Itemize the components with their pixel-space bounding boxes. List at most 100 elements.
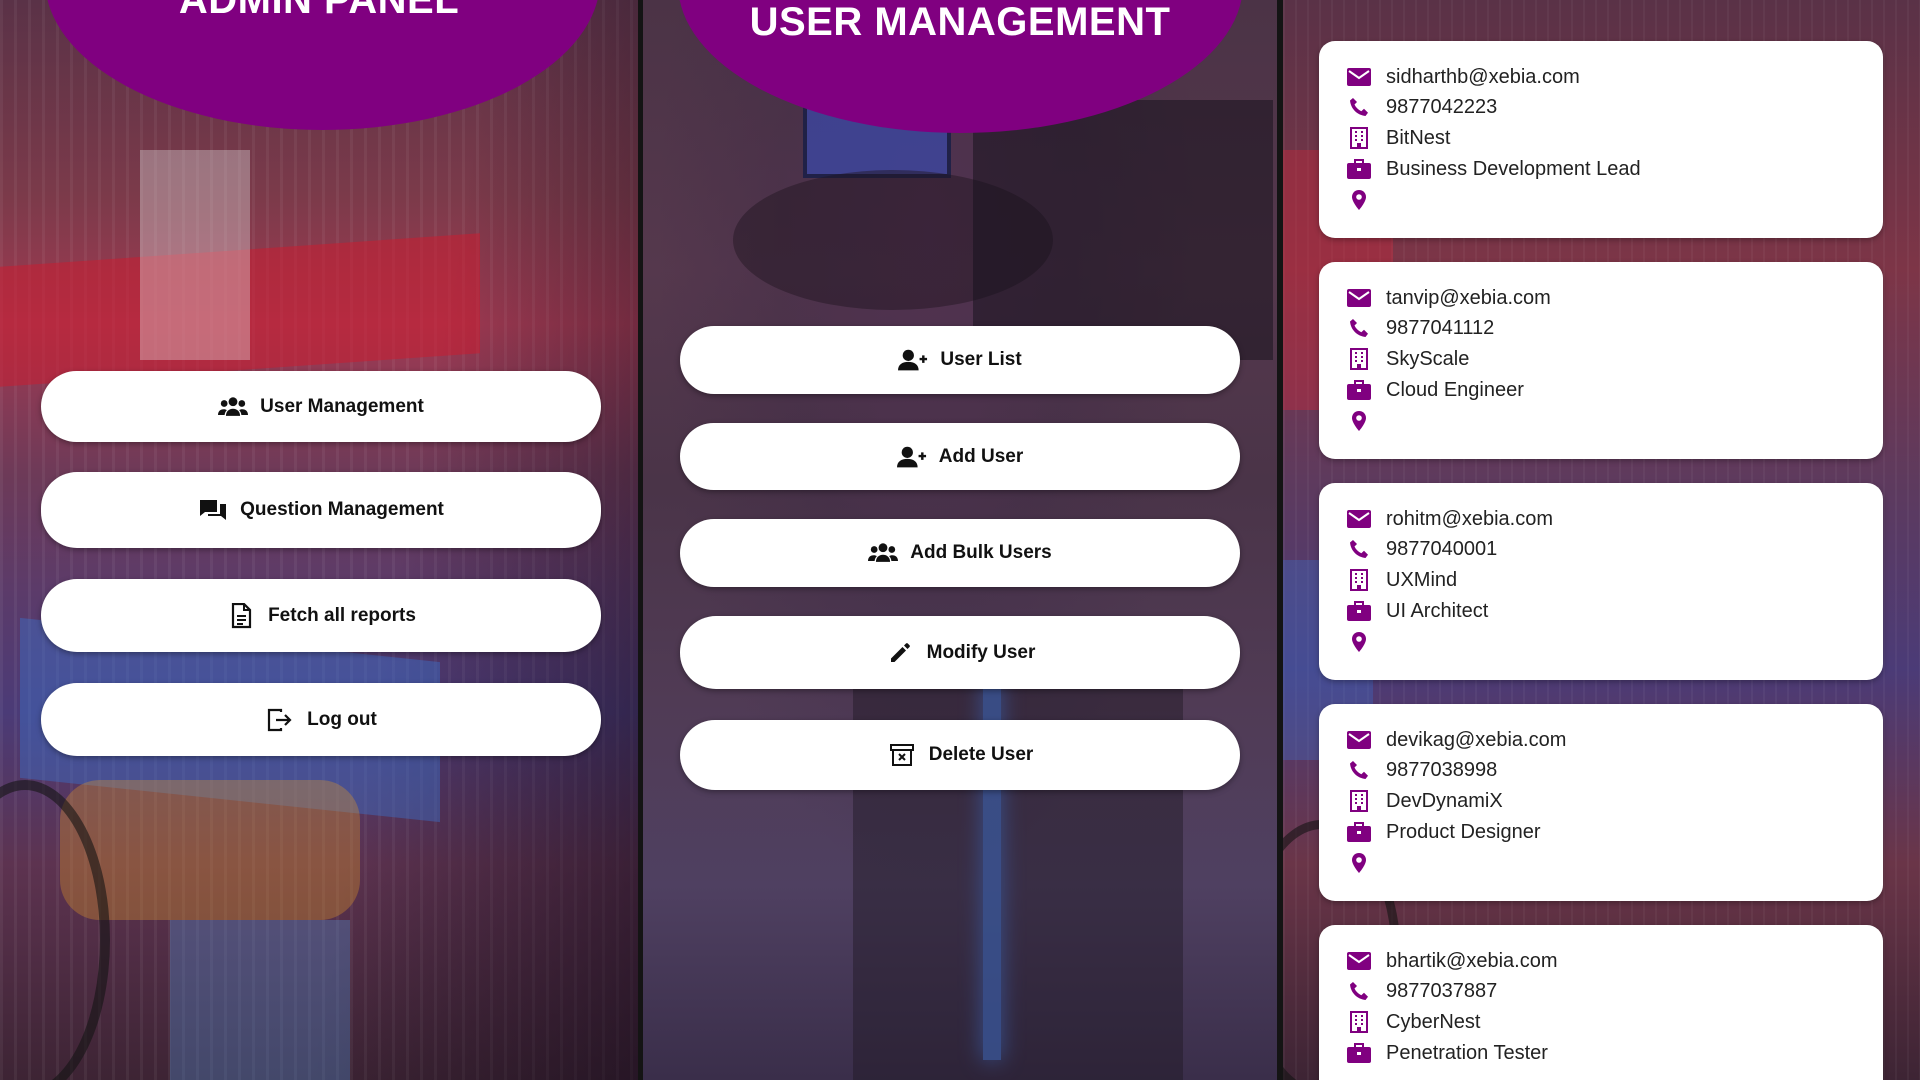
delete-box-icon <box>887 742 917 768</box>
users-icon <box>868 540 899 566</box>
briefcase-icon <box>1344 599 1374 623</box>
user-email: rohitm@xebia.com <box>1386 507 1554 530</box>
delete-user-button[interactable]: Delete User <box>680 720 1240 790</box>
question-management-label: Question Management <box>240 499 444 520</box>
page-title: ADMIN PANEL <box>178 0 460 22</box>
pencil-icon <box>885 640 915 666</box>
briefcase-icon <box>1344 1041 1374 1065</box>
phone-row: 9877041112 <box>1319 314 1883 342</box>
briefcase-icon <box>1344 378 1374 402</box>
envelope-icon <box>1344 507 1374 531</box>
user-management-button[interactable]: User Management <box>41 371 601 442</box>
location-pin-icon <box>1344 851 1374 875</box>
role-row: Product Designer <box>1319 818 1883 846</box>
user-card[interactable]: tanvip@xebia.com 9877041112 SkyScale Clo… <box>1319 262 1883 459</box>
fetch-reports-label: Fetch all reports <box>268 604 416 626</box>
role-row: Business Development Lead <box>1319 155 1883 183</box>
email-row: tanvip@xebia.com <box>1319 284 1883 312</box>
user-company: DevDynamiX <box>1386 789 1503 812</box>
location-row <box>1319 849 1883 877</box>
modify-user-label: Modify User <box>926 641 1036 663</box>
logout-icon <box>265 707 295 733</box>
role-row: Penetration Tester <box>1319 1039 1883 1067</box>
envelope-icon <box>1344 65 1374 89</box>
building-icon <box>1344 347 1374 371</box>
user-role: UI Architect <box>1386 599 1489 622</box>
role-row: UI Architect <box>1319 597 1883 625</box>
add-bulk-users-label: Add Bulk Users <box>910 542 1052 563</box>
mural-figure-shape <box>973 100 1273 360</box>
location-row <box>1319 407 1883 435</box>
building-icon <box>1344 126 1374 150</box>
user-company: CyberNest <box>1386 1010 1481 1033</box>
envelope-icon <box>1344 728 1374 752</box>
user-role: Product Designer <box>1386 820 1541 843</box>
user-role: Cloud Engineer <box>1386 378 1524 401</box>
phone-row: 9877042223 <box>1319 93 1883 121</box>
phone-icon <box>1344 537 1374 561</box>
company-row: SkyScale <box>1319 345 1883 373</box>
briefcase-icon <box>1344 157 1374 181</box>
user-card[interactable]: bhartik@xebia.com 9877037887 CyberNest P… <box>1319 925 1883 1080</box>
page-title: USER MANAGEMENT <box>749 0 1171 44</box>
company-row: CyberNest <box>1319 1008 1883 1036</box>
company-row: UXMind <box>1319 566 1883 594</box>
envelope-icon <box>1344 286 1374 310</box>
building-icon <box>1344 1010 1374 1034</box>
phone-icon <box>1344 316 1374 340</box>
user-email: bhartik@xebia.com <box>1386 949 1558 972</box>
question-management-button[interactable]: Question Management <box>41 472 601 548</box>
user-company: SkyScale <box>1386 347 1470 370</box>
user-card[interactable]: devikag@xebia.com 9877038998 DevDynamiX … <box>1319 704 1883 901</box>
user-email: tanvip@xebia.com <box>1386 286 1551 309</box>
company-row: DevDynamiX <box>1319 787 1883 815</box>
user-email: sidharthb@xebia.com <box>1386 65 1580 88</box>
location-row <box>1319 186 1883 214</box>
user-list-button[interactable]: User List <box>680 326 1240 394</box>
phone-icon <box>1344 979 1374 1003</box>
briefcase-icon <box>1344 820 1374 844</box>
user-list-label: User List <box>940 349 1022 370</box>
chat-icon <box>198 497 228 523</box>
user-role: Business Development Lead <box>1386 157 1641 180</box>
building-icon <box>1344 568 1374 592</box>
user-phone: 9877042223 <box>1386 95 1498 118</box>
location-pin-icon <box>1344 630 1374 654</box>
logout-button[interactable]: Log out <box>41 683 601 756</box>
document-icon <box>226 602 256 629</box>
modify-user-button[interactable]: Modify User <box>680 616 1240 689</box>
user-management-label: User Management <box>260 395 424 417</box>
email-row: devikag@xebia.com <box>1319 726 1883 754</box>
user-management-screen: USER MANAGEMENT User List Add User Add B… <box>643 0 1277 1080</box>
user-card[interactable]: sidharthb@xebia.com 9877042223 BitNest B… <box>1319 41 1883 238</box>
user-card[interactable]: rohitm@xebia.com 9877040001 UXMind UI Ar… <box>1319 483 1883 680</box>
role-row: Cloud Engineer <box>1319 376 1883 404</box>
building-icon <box>1344 789 1374 813</box>
add-user-label: Add User <box>938 445 1024 467</box>
phone-icon <box>1344 95 1374 119</box>
phone-icon <box>1344 758 1374 782</box>
email-row: bhartik@xebia.com <box>1319 947 1883 975</box>
user-role: Penetration Tester <box>1386 1041 1548 1064</box>
user-phone: 9877041112 <box>1386 316 1495 339</box>
location-pin-icon <box>1344 409 1374 433</box>
user-email: devikag@xebia.com <box>1386 728 1567 751</box>
user-phone: 9877037887 <box>1386 979 1498 1002</box>
add-user-button[interactable]: Add User <box>680 423 1240 490</box>
envelope-icon <box>1344 949 1374 973</box>
email-row: rohitm@xebia.com <box>1319 505 1883 533</box>
user-plus-icon <box>898 347 928 373</box>
add-bulk-users-button[interactable]: Add Bulk Users <box>680 519 1240 587</box>
phone-row: 9877038998 <box>1319 756 1883 784</box>
user-company: BitNest <box>1386 126 1451 149</box>
email-row: sidharthb@xebia.com <box>1319 63 1883 91</box>
phone-row: 9877040001 <box>1319 535 1883 563</box>
delete-user-label: Delete User <box>928 744 1034 765</box>
users-icon <box>218 394 249 420</box>
admin-panel-screen: ADMIN PANEL User Management Question Man… <box>0 0 638 1080</box>
location-row <box>1319 628 1883 656</box>
user-list-screen: sidharthb@xebia.com 9877042223 BitNest B… <box>1283 0 1920 1080</box>
graffiti-shape <box>170 920 350 1080</box>
user-plus-icon <box>896 444 927 470</box>
fetch-reports-button[interactable]: Fetch all reports <box>41 579 601 652</box>
